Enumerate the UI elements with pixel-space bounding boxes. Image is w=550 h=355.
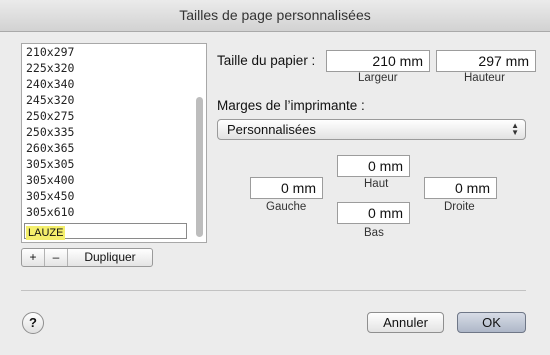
- margin-right-field[interactable]: 0 mm: [424, 177, 497, 199]
- add-size-button[interactable]: +: [22, 249, 45, 266]
- list-item[interactable]: 250x275: [22, 108, 206, 124]
- list-item[interactable]: 225x320: [22, 60, 206, 76]
- window-title: Tailles de page personnalisées: [0, 0, 550, 32]
- list-item[interactable]: 305x450: [22, 188, 206, 204]
- margins-popup-value: Personnalisées: [227, 122, 316, 137]
- list-item[interactable]: 240x340: [22, 76, 206, 92]
- list-item[interactable]: 305x305: [22, 156, 206, 172]
- paper-height-field[interactable]: 297 mm: [436, 50, 536, 72]
- margin-left-field[interactable]: 0 mm: [250, 177, 323, 199]
- popup-arrows-icon: ▲ ▼: [511, 121, 519, 137]
- list-item[interactable]: 260x365: [22, 140, 206, 156]
- cancel-button[interactable]: Annuler: [367, 312, 444, 333]
- page-size-name-editor-text: LAUZE: [26, 226, 66, 240]
- list-item[interactable]: 245x320: [22, 92, 206, 108]
- margin-bottom-caption: Bas: [364, 227, 384, 239]
- remove-size-button[interactable]: –: [45, 249, 68, 266]
- list-controls: + – Dupliquer: [21, 248, 153, 267]
- margin-top-caption: Haut: [364, 178, 389, 190]
- footer-divider: [21, 290, 526, 291]
- margin-bottom-field[interactable]: 0 mm: [337, 202, 410, 224]
- printer-margins-label: Marges de l’imprimante :: [217, 98, 365, 113]
- list-item[interactable]: 210x297: [22, 44, 206, 60]
- ok-button[interactable]: OK: [457, 312, 526, 333]
- list-scrollbar-thumb[interactable]: [196, 97, 203, 237]
- list-item[interactable]: 305x400: [22, 172, 206, 188]
- paper-width-field[interactable]: 210 mm: [326, 50, 430, 72]
- help-button[interactable]: ?: [22, 312, 44, 334]
- duplicate-button[interactable]: Dupliquer: [68, 249, 152, 266]
- page-size-list[interactable]: 210x297 225x320 240x340 245x320 250x275 250x3…: [21, 43, 207, 243]
- margin-left-caption: Gauche: [266, 201, 307, 213]
- page-size-name-editor[interactable]: LAUZE: [24, 223, 187, 240]
- margin-right-caption: Droite: [444, 201, 475, 213]
- margin-top-field[interactable]: 0 mm: [337, 155, 410, 177]
- paper-height-caption: Hauteur: [464, 72, 505, 84]
- paper-width-caption: Largeur: [358, 72, 398, 84]
- list-item[interactable]: 250x335: [22, 124, 206, 140]
- list-scrollbar[interactable]: [196, 47, 203, 239]
- paper-size-label: Taille du papier :: [217, 53, 316, 68]
- margins-popup[interactable]: Personnalisées ▲ ▼: [217, 119, 526, 140]
- list-item[interactable]: 305x610: [22, 204, 206, 220]
